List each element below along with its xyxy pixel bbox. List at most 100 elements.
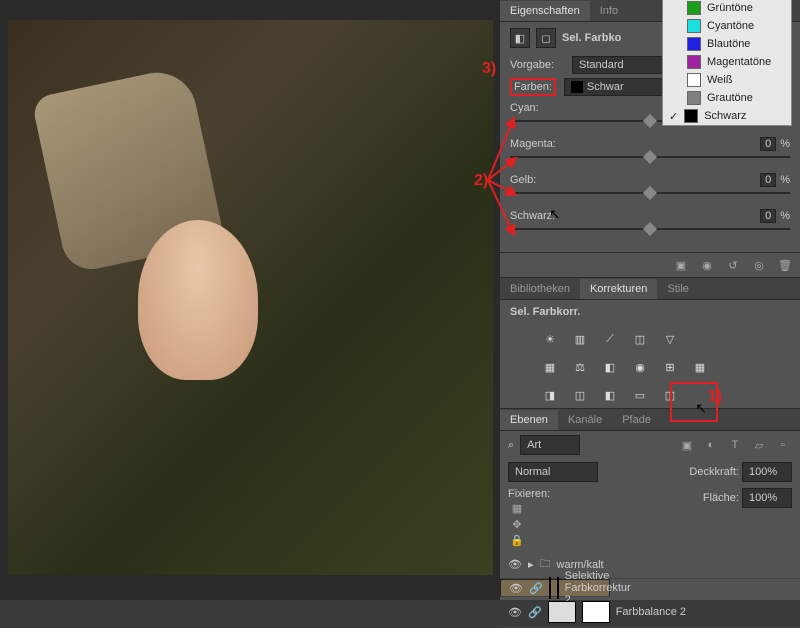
link-icon: 🔗	[528, 606, 542, 619]
adjustments-title: Sel. Farbkorr.	[510, 306, 580, 318]
exposure-icon[interactable]: ◫	[630, 330, 650, 348]
slider-thumb[interactable]	[643, 222, 657, 236]
blend-mode-select[interactable]: Normal	[508, 462, 598, 482]
layer-name[interactable]: warm/kalt	[557, 559, 604, 571]
dropdown-item[interactable]: Magentatöne	[663, 53, 791, 71]
invert-icon[interactable]: ◨	[540, 386, 560, 404]
panel-title: Sel. Farbko	[562, 32, 621, 44]
lock-label: Fixieren:	[508, 488, 550, 500]
view-prev-icon[interactable]: ◉	[698, 257, 716, 273]
brightness-icon[interactable]: ☀	[540, 330, 560, 348]
layer-group[interactable]: 👁 ▸ 🗀 warm/kalt	[500, 551, 800, 579]
layer-item[interactable]: 👁 🔗 Farbbalance 2	[500, 597, 800, 628]
canvas-area	[0, 0, 500, 600]
visibility-icon[interactable]: ◎	[750, 257, 768, 273]
mask-thumb	[582, 601, 610, 623]
mask-thumb	[557, 577, 559, 599]
dropdown-item[interactable]: ✓Schwarz	[663, 107, 791, 125]
filter-shape-icon[interactable]: ▱	[750, 437, 768, 453]
colorlookup-icon[interactable]: ▦	[690, 358, 710, 376]
lock-position-icon[interactable]: ✥	[508, 516, 526, 532]
mask-icon: ◻	[536, 28, 556, 48]
visibility-toggle[interactable]: 👁	[509, 582, 523, 595]
link-icon: 🔗	[529, 582, 543, 595]
dropdown-item[interactable]: Cyantöne	[663, 17, 791, 35]
dropdown-item[interactable]: Grüntöne	[663, 0, 791, 17]
threshold-icon[interactable]: ◧	[600, 386, 620, 404]
lock-all-icon[interactable]: 🔒	[508, 532, 526, 548]
annotation-arrows	[486, 100, 526, 240]
opacity-input[interactable]: 100%	[742, 462, 792, 482]
layer-item-selected[interactable]: 👁 🔗 Selektive Farbkorrektur 2	[500, 579, 610, 597]
adjustment-icon: ◧	[510, 28, 530, 48]
tab-stile[interactable]: Stile	[657, 279, 698, 299]
vibrance-icon[interactable]: ▽	[660, 330, 680, 348]
colorbalance-icon[interactable]: ⚖	[570, 358, 590, 376]
adjustments-row2: ▦ ⚖ ◧ ◉ ⊞ ▦	[500, 352, 800, 380]
slider-track[interactable]	[510, 192, 790, 194]
preset-label: Vorgabe:	[510, 59, 564, 71]
filter-smart-icon[interactable]: ▫	[774, 437, 792, 453]
trash-icon[interactable]: 🗑	[776, 257, 794, 273]
filter-type-select[interactable]: Art	[520, 435, 580, 455]
visibility-toggle[interactable]: 👁	[508, 606, 522, 619]
channelmixer-icon[interactable]: ⊞	[660, 358, 680, 376]
adjustments-row1: ☀ ▥ ⟋ ◫ ▽	[500, 324, 800, 352]
adjustments-row3: ◨ ◫ ◧ ▭ ◫	[500, 380, 800, 408]
levels-icon[interactable]: ▥	[570, 330, 590, 348]
slider-value[interactable]: 0	[760, 209, 776, 223]
tab-info[interactable]: Info	[590, 1, 628, 21]
photofilter-icon[interactable]: ◉	[630, 358, 650, 376]
slider-thumb[interactable]	[643, 150, 657, 164]
filter-image-icon[interactable]: ▣	[678, 437, 696, 453]
colors-dropdown[interactable]: GrüntöneCyantöneBlautöneMagentatöneWeißG…	[662, 0, 792, 126]
visibility-toggle[interactable]: 👁	[508, 558, 522, 571]
slider-value[interactable]: 0	[760, 173, 776, 187]
cursor-icon: ↖	[695, 400, 707, 417]
tab-ebenen[interactable]: Ebenen	[500, 410, 558, 430]
slider-magenta: Magenta:0%	[510, 138, 790, 158]
dropdown-item[interactable]: Weiß	[663, 71, 791, 89]
slider-thumb[interactable]	[643, 186, 657, 200]
expand-icon[interactable]: ▸	[528, 558, 534, 571]
tab-eigenschaften[interactable]: Eigenschaften	[500, 1, 590, 21]
reset-icon[interactable]: ↺	[724, 257, 742, 273]
lock-pixels-icon[interactable]: ▦	[508, 500, 526, 516]
search-icon[interactable]: ⌕	[508, 439, 514, 452]
colors-label: Farben:	[510, 78, 556, 96]
folder-icon: 🗀	[540, 555, 551, 574]
layers-panel: Ebenen Kanäle Pfade ⌕ Art ▣ ◐ T ▱ ▫ Norm…	[500, 408, 800, 628]
layer-name[interactable]: Farbbalance 2	[616, 606, 686, 618]
curves-icon[interactable]: ⟋	[600, 330, 620, 348]
slider-track[interactable]	[510, 228, 790, 230]
tab-kanaele[interactable]: Kanäle	[558, 410, 612, 430]
slider-track[interactable]	[510, 156, 790, 158]
fill-input[interactable]: 100%	[742, 488, 792, 508]
cursor-icon: ↖	[549, 206, 561, 223]
tab-korrekturen[interactable]: Korrekturen	[580, 279, 657, 299]
slider-gelb: Gelb:0%	[510, 174, 790, 194]
bw-icon[interactable]: ◧	[600, 358, 620, 376]
dropdown-item[interactable]: Grautöne	[663, 89, 791, 107]
fill-label: Fläche:	[703, 492, 739, 504]
tab-bibliotheken[interactable]: Bibliotheken	[500, 279, 580, 299]
hue-icon[interactable]: ▦	[540, 358, 560, 376]
slider-thumb[interactable]	[643, 114, 657, 128]
adjustment-thumb	[549, 577, 551, 599]
adjustments-panel: Bibliotheken Korrekturen Stile Sel. Farb…	[500, 277, 800, 408]
properties-footer: ▣ ◉ ↺ ◎ 🗑	[500, 252, 800, 277]
filter-type-icon[interactable]: T	[726, 437, 744, 453]
tab-pfade[interactable]: Pfade	[612, 410, 661, 430]
filter-adjust-icon[interactable]: ◐	[702, 437, 720, 453]
clip-icon[interactable]: ▣	[672, 257, 690, 273]
opacity-label: Deckkraft:	[689, 466, 739, 478]
annotation-1: 1)	[708, 388, 722, 406]
gradientmap-icon[interactable]: ▭	[630, 386, 650, 404]
colors-select[interactable]: Schwar	[564, 78, 674, 96]
document-image	[8, 20, 493, 575]
annotation-3: 3)	[482, 60, 496, 78]
slider-value[interactable]: 0	[760, 137, 776, 151]
posterize-icon[interactable]: ◫	[570, 386, 590, 404]
adjustment-thumb	[548, 601, 576, 623]
dropdown-item[interactable]: Blautöne	[663, 35, 791, 53]
